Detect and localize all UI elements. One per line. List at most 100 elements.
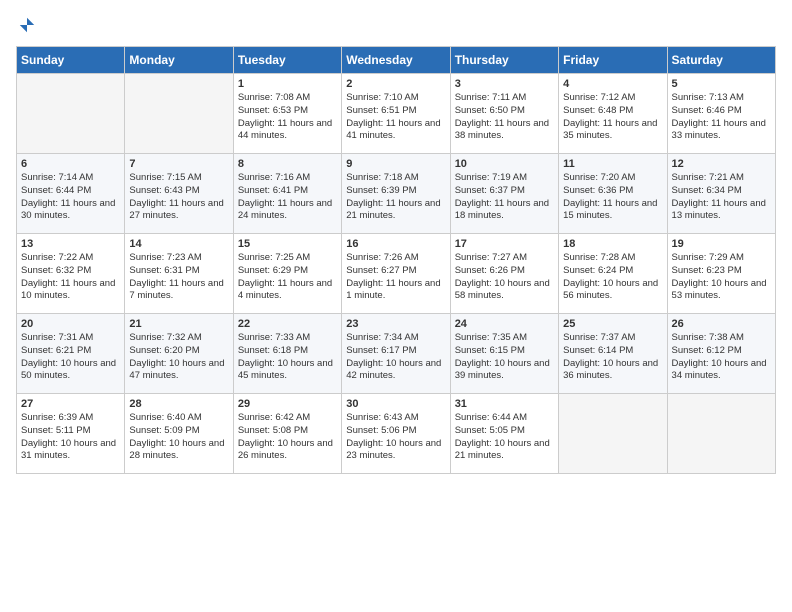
header-wednesday: Wednesday [342,47,450,74]
day-number: 11 [563,158,662,170]
calendar-cell: 16 Sunrise: 7:26 AMSunset: 6:27 PMDayligh… [342,234,450,314]
calendar-table: SundayMondayTuesdayWednesdayThursdayFrid… [16,46,776,474]
day-detail: Sunrise: 7:31 AMSunset: 6:21 PMDaylight:… [21,332,120,383]
day-number: 16 [346,238,445,250]
calendar-cell: 26 Sunrise: 7:38 AMSunset: 6:12 PMDayligh… [667,314,775,394]
day-detail: Sunrise: 7:12 AMSunset: 6:48 PMDaylight:… [563,92,662,143]
day-number: 26 [672,318,771,330]
header-sunday: Sunday [17,47,125,74]
day-number: 28 [129,398,228,410]
day-number: 19 [672,238,771,250]
day-detail: Sunrise: 7:16 AMSunset: 6:41 PMDaylight:… [238,172,337,223]
calendar-cell: 6Sunrise: 7:14 AMSunset: 6:44 PMDaylight… [17,154,125,234]
day-detail: Sunrise: 7:13 AMSunset: 6:46 PMDaylight:… [672,92,771,143]
day-number: 3 [455,78,554,90]
calendar-cell: 8 Sunrise: 7:16 AMSunset: 6:41 PMDaylight… [233,154,341,234]
calendar-cell: 25Sunrise: 7:37 AMSunset: 6:14 PMDayligh… [559,314,667,394]
calendar-cell: 12 Sunrise: 7:21 AMSunset: 6:34 PMDayligh… [667,154,775,234]
day-detail: Sunrise: 7:33 AMSunset: 6:18 PMDaylight:… [238,332,337,383]
day-number: 20 [21,318,120,330]
day-detail: Sunrise: 7:23 AMSunset: 6:31 PMDaylight:… [129,252,228,303]
calendar-cell: 19 Sunrise: 7:29 AMSunset: 6:23 PMDayligh… [667,234,775,314]
calendar-cell: 4Sunrise: 7:12 AMSunset: 6:48 PMDaylight… [559,74,667,154]
day-number: 2 [346,78,445,90]
day-detail: Sunrise: 6:43 AMSunset: 5:06 PMDaylight:… [346,412,445,463]
day-number: 29 [238,398,337,410]
logo [16,16,36,34]
header-tuesday: Tuesday [233,47,341,74]
calendar-week-row: 1Sunrise: 7:08 AMSunset: 6:53 PMDaylight… [17,74,776,154]
day-number: 23 [346,318,445,330]
calendar-cell: 22 Sunrise: 7:33 AMSunset: 6:18 PMDayligh… [233,314,341,394]
header-saturday: Saturday [667,47,775,74]
calendar-cell [559,394,667,474]
calendar-cell: 20 Sunrise: 7:31 AMSunset: 6:21 PMDayligh… [17,314,125,394]
calendar-cell: 21 Sunrise: 7:32 AMSunset: 6:20 PMDayligh… [125,314,233,394]
day-detail: Sunrise: 7:08 AMSunset: 6:53 PMDaylight:… [238,92,337,143]
day-number: 21 [129,318,228,330]
calendar-cell [17,74,125,154]
calendar-cell: 23Sunrise: 7:34 AMSunset: 6:17 PMDayligh… [342,314,450,394]
day-detail: Sunrise: 6:42 AMSunset: 5:08 PMDaylight:… [238,412,337,463]
day-detail: Sunrise: 7:32 AMSunset: 6:20 PMDaylight:… [129,332,228,383]
calendar-cell: 30 Sunrise: 6:43 AMSunset: 5:06 PMDayligh… [342,394,450,474]
calendar-week-row: 13 Sunrise: 7:22 AMSunset: 6:32 PMDayligh… [17,234,776,314]
day-detail: Sunrise: 7:21 AMSunset: 6:34 PMDaylight:… [672,172,771,223]
day-detail: Sunrise: 7:15 AMSunset: 6:43 PMDaylight:… [129,172,228,223]
logo-icon [18,16,36,34]
calendar-cell: 15 Sunrise: 7:25 AMSunset: 6:29 PMDayligh… [233,234,341,314]
calendar-cell [667,394,775,474]
calendar-cell: 17 Sunrise: 7:27 AMSunset: 6:26 PMDayligh… [450,234,558,314]
calendar-cell: 7Sunrise: 7:15 AMSunset: 6:43 PMDaylight… [125,154,233,234]
calendar-cell: 27Sunrise: 6:39 AMSunset: 5:11 PMDayligh… [17,394,125,474]
calendar-cell: 28 Sunrise: 6:40 AMSunset: 5:09 PMDayligh… [125,394,233,474]
day-number: 6 [21,158,120,170]
day-detail: Sunrise: 7:22 AMSunset: 6:32 PMDaylight:… [21,252,120,303]
calendar-cell: 9 Sunrise: 7:18 AMSunset: 6:39 PMDaylight… [342,154,450,234]
calendar-cell: 10Sunrise: 7:19 AMSunset: 6:37 PMDayligh… [450,154,558,234]
day-number: 18 [563,238,662,250]
day-number: 30 [346,398,445,410]
calendar-cell [125,74,233,154]
calendar-cell: 5 Sunrise: 7:13 AMSunset: 6:46 PMDaylight… [667,74,775,154]
day-number: 31 [455,398,554,410]
day-number: 27 [21,398,120,410]
day-number: 25 [563,318,662,330]
day-detail: Sunrise: 6:44 AMSunset: 5:05 PMDaylight:… [455,412,554,463]
day-detail: Sunrise: 7:29 AMSunset: 6:23 PMDaylight:… [672,252,771,303]
calendar-cell: 3 Sunrise: 7:11 AMSunset: 6:50 PMDaylight… [450,74,558,154]
day-detail: Sunrise: 7:28 AMSunset: 6:24 PMDaylight:… [563,252,662,303]
day-detail: Sunrise: 7:25 AMSunset: 6:29 PMDaylight:… [238,252,337,303]
calendar-week-row: 20 Sunrise: 7:31 AMSunset: 6:21 PMDayligh… [17,314,776,394]
day-detail: Sunrise: 6:40 AMSunset: 5:09 PMDaylight:… [129,412,228,463]
calendar-week-row: 27Sunrise: 6:39 AMSunset: 5:11 PMDayligh… [17,394,776,474]
calendar-cell: 1Sunrise: 7:08 AMSunset: 6:53 PMDaylight… [233,74,341,154]
day-number: 8 [238,158,337,170]
calendar-cell: 24Sunrise: 7:35 AMSunset: 6:15 PMDayligh… [450,314,558,394]
day-number: 5 [672,78,771,90]
calendar-cell: 18 Sunrise: 7:28 AMSunset: 6:24 PMDayligh… [559,234,667,314]
header-monday: Monday [125,47,233,74]
day-number: 9 [346,158,445,170]
page-header [16,16,776,34]
day-number: 14 [129,238,228,250]
day-number: 22 [238,318,337,330]
day-number: 13 [21,238,120,250]
calendar-week-row: 6Sunrise: 7:14 AMSunset: 6:44 PMDaylight… [17,154,776,234]
calendar-cell: 31 Sunrise: 6:44 AMSunset: 5:05 PMDayligh… [450,394,558,474]
day-detail: Sunrise: 7:26 AMSunset: 6:27 PMDaylight:… [346,252,445,303]
day-detail: Sunrise: 7:38 AMSunset: 6:12 PMDaylight:… [672,332,771,383]
day-detail: Sunrise: 7:27 AMSunset: 6:26 PMDaylight:… [455,252,554,303]
calendar-cell: 13 Sunrise: 7:22 AMSunset: 6:32 PMDayligh… [17,234,125,314]
day-detail: Sunrise: 7:20 AMSunset: 6:36 PMDaylight:… [563,172,662,223]
day-number: 15 [238,238,337,250]
day-number: 24 [455,318,554,330]
calendar-cell: 14 Sunrise: 7:23 AMSunset: 6:31 PMDayligh… [125,234,233,314]
day-number: 10 [455,158,554,170]
day-detail: Sunrise: 7:18 AMSunset: 6:39 PMDaylight:… [346,172,445,223]
day-number: 17 [455,238,554,250]
day-detail: Sunrise: 7:11 AMSunset: 6:50 PMDaylight:… [455,92,554,143]
day-number: 12 [672,158,771,170]
day-detail: Sunrise: 7:10 AMSunset: 6:51 PMDaylight:… [346,92,445,143]
calendar-header-row: SundayMondayTuesdayWednesdayThursdayFrid… [17,47,776,74]
